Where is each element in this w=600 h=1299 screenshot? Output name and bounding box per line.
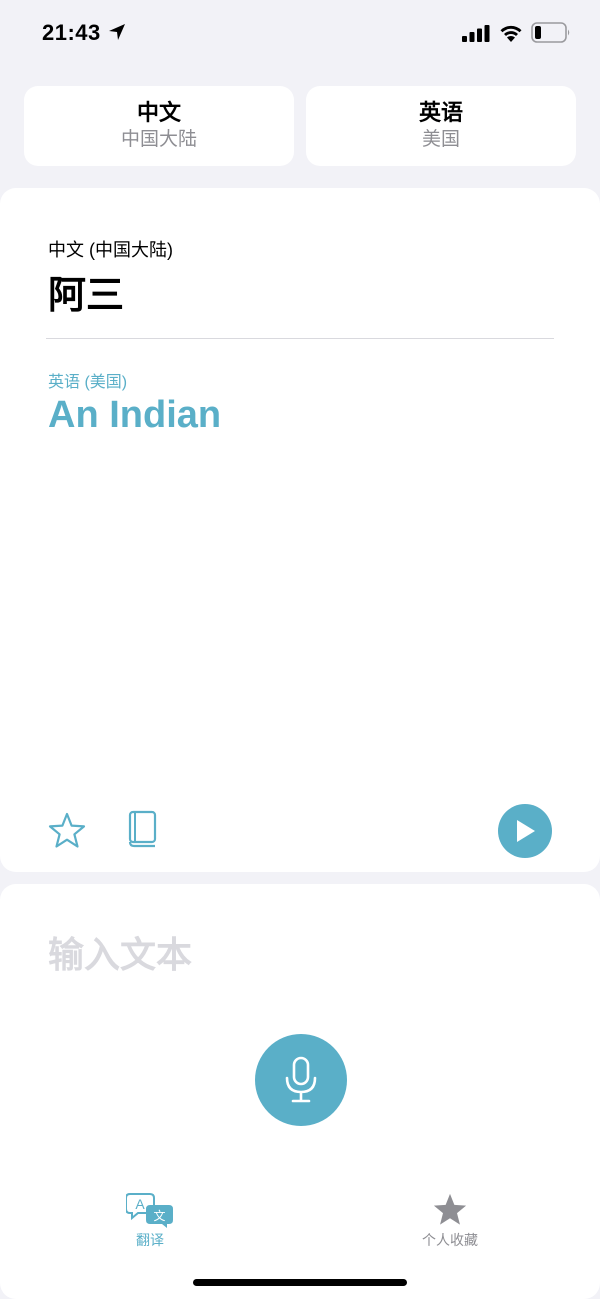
signal-icon: [462, 25, 490, 42]
wifi-icon: [500, 25, 522, 42]
translated-text: An Indian: [48, 394, 222, 436]
target-language-region: 美国: [421, 129, 460, 150]
status-time: 21:43: [42, 20, 101, 45]
target-language-button[interactable]: 英语 美国: [306, 86, 576, 166]
status-bar: 21:43: [0, 0, 600, 66]
home-indicator: [193, 1279, 407, 1286]
divider: [46, 338, 554, 339]
text-input[interactable]: [48, 934, 548, 976]
favorites-star-icon: [433, 1193, 467, 1225]
translation-result-card: 中文 (中国大陆) 阿三 英语 (美国) An Indian: [0, 188, 600, 872]
target-language-label: 英语 (美国): [48, 374, 128, 391]
source-language-name: 中文: [136, 100, 181, 125]
tab-favorites-label: 个人收藏: [422, 1232, 478, 1248]
tab-translate[interactable]: A 文 翻译: [90, 1192, 210, 1250]
tab-favorites[interactable]: 个人收藏: [390, 1192, 510, 1250]
source-text: 阿三: [48, 275, 125, 317]
star-icon[interactable]: [48, 812, 86, 850]
location-arrow-icon: [109, 24, 125, 40]
tab-translate-label: 翻译: [136, 1232, 164, 1248]
play-button[interactable]: [498, 804, 552, 858]
microphone-button[interactable]: [255, 1034, 347, 1126]
dictionary-icon[interactable]: [128, 810, 158, 848]
play-icon: [517, 820, 535, 842]
source-language-label: 中文 (中国大陆): [48, 240, 173, 260]
svg-text:A: A: [135, 1196, 145, 1212]
source-language-region: 中国大陆: [120, 129, 197, 150]
target-language-name: 英语: [418, 100, 463, 125]
microphone-icon: [285, 1056, 317, 1103]
source-language-button[interactable]: 中文 中国大陆: [24, 86, 294, 166]
battery-icon: [531, 22, 570, 43]
svg-text:文: 文: [153, 1208, 165, 1223]
translate-tab-icon: A 文: [126, 1193, 173, 1228]
translate-app-screen: 21:43 中文 中国大陆 英语 美国 中文 (中国大陆) 阿三 英语 (美国)…: [0, 0, 600, 1299]
